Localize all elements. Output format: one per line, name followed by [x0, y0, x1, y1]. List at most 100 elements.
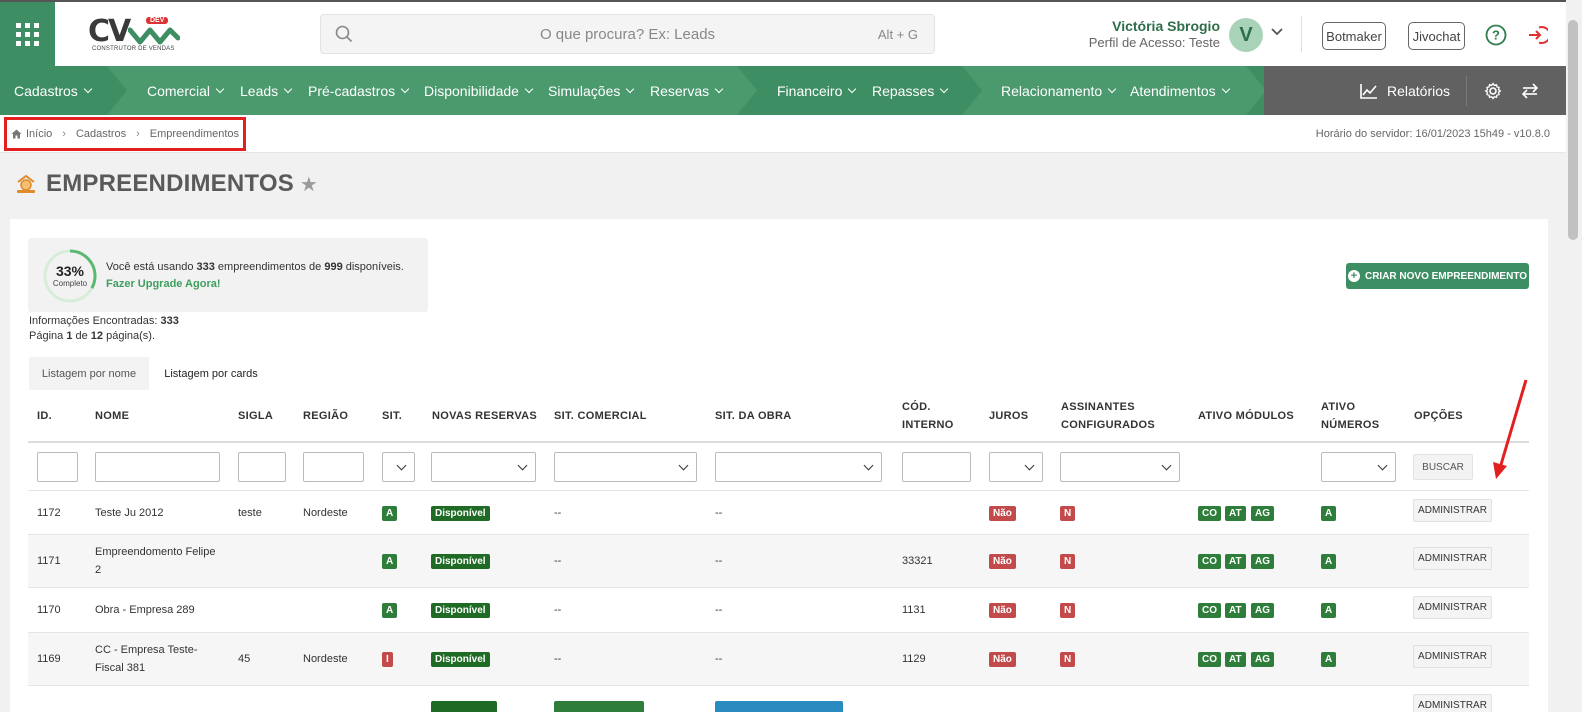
- cell-id: 1170: [37, 604, 61, 616]
- filter-cod-interno[interactable]: [902, 452, 971, 482]
- page-header: EMPREENDIMENTOS ★: [14, 170, 318, 198]
- chevron-down-icon[interactable]: [1271, 28, 1283, 36]
- top-header: CV DEV CONSTRUTOR DE VENDAS O que procur…: [0, 0, 1566, 66]
- cell-sit-obra: --: [715, 507, 723, 519]
- nav-cadastros[interactable]: Cadastros: [14, 66, 93, 115]
- administrar-button[interactable]: ADMINISTRAR: [1413, 547, 1492, 570]
- administrar-button[interactable]: ADMINISTRAR: [1413, 499, 1492, 522]
- create-empreendimento-button[interactable]: + CRIAR NOVO EMPREENDIMENTO: [1346, 263, 1529, 289]
- user-profile: Perfil de Acesso: Teste: [1088, 35, 1220, 50]
- nav-repasses[interactable]: Repasses: [872, 66, 949, 115]
- chevron-down-icon: [940, 84, 949, 93]
- cell-nome: Obra - Empresa 289: [95, 604, 195, 616]
- nav-atendimentos[interactable]: Atendimentos: [1130, 66, 1230, 115]
- chart-line-icon: [1360, 83, 1377, 99]
- numeros-badge: A: [1321, 652, 1337, 667]
- page-post: página(s).: [103, 330, 156, 342]
- cell-id: 1171: [37, 555, 61, 567]
- nav-relatorios[interactable]: Relatórios: [1360, 66, 1450, 115]
- page-mid: de: [72, 330, 91, 342]
- cell-nome: CC - Empresa Teste- Fiscal 381: [95, 641, 198, 677]
- nav-reservas[interactable]: Reservas: [650, 66, 724, 115]
- help-icon[interactable]: ?: [1485, 24, 1507, 46]
- numeros-badge: A: [1321, 603, 1337, 618]
- user-info[interactable]: Victória Sbrogio Perfil de Acesso: Teste: [1089, 18, 1220, 51]
- filter-sit-obra-select[interactable]: [715, 452, 882, 482]
- filter-assinantes-select[interactable]: [1060, 452, 1180, 482]
- chevron-down-icon: [1107, 84, 1117, 93]
- cell-sigla: teste: [238, 507, 262, 519]
- chevron-right-icon: ›: [136, 128, 140, 140]
- usage-text-pre: Você está usando: [106, 261, 197, 273]
- usage-used: 333: [196, 261, 215, 273]
- nav-disponibilidade[interactable]: Disponibilidade: [424, 66, 534, 115]
- main-navigation: Cadastros Comercial Leads Pré-cadastros …: [0, 66, 1566, 115]
- global-search[interactable]: O que procura? Ex: Leads Alt + G: [320, 14, 935, 54]
- cell-nome-l1: CC - Empresa Teste-: [95, 644, 198, 656]
- col-nome: NOME: [95, 410, 130, 422]
- col-opcoes: OPÇÕES: [1414, 410, 1463, 422]
- breadcrumb-home[interactable]: Início: [26, 128, 52, 140]
- sit-badge: I: [382, 652, 393, 667]
- assinantes-badge: N: [1060, 603, 1076, 618]
- filter-novas-reservas-select[interactable]: [431, 452, 536, 482]
- tab-listagem-cards[interactable]: Listagem por cards: [155, 357, 267, 390]
- swap-icon[interactable]: [1521, 83, 1539, 99]
- cv-logo[interactable]: CV DEV CONSTRUTOR DE VENDAS: [86, 14, 186, 58]
- logo-text: CV: [88, 14, 131, 49]
- jivochat-button[interactable]: Jivochat: [1408, 22, 1465, 50]
- logout-icon[interactable]: [1526, 24, 1548, 46]
- breadcrumb-cadastros[interactable]: Cadastros: [76, 128, 126, 140]
- page-pre: Página: [29, 330, 67, 342]
- nav-comercial[interactable]: Comercial: [147, 66, 225, 115]
- page-total: 12: [90, 330, 104, 342]
- nav-pre-cadastros[interactable]: Pré-cadastros: [308, 66, 410, 115]
- juros-badge: Não: [989, 506, 1016, 521]
- filter-sit-select[interactable]: [382, 452, 415, 482]
- cell-nome-l2: Fiscal 381: [95, 662, 146, 674]
- filter-sigla[interactable]: [238, 452, 286, 482]
- gear-icon[interactable]: [1484, 82, 1502, 100]
- cell-nome-l1: Empreendomento Felipe: [95, 546, 216, 558]
- module-badge-ag: AG: [1251, 603, 1274, 618]
- table-row: 1169 CC - Empresa Teste- Fiscal 381 45 No…: [28, 632, 1529, 685]
- administrar-button[interactable]: ADMINISTRAR: [1413, 694, 1492, 712]
- chevron-down-icon: [215, 84, 225, 93]
- tab-listagem-nome[interactable]: Listagem por nome: [29, 357, 149, 390]
- buscar-button[interactable]: BUSCAR: [1413, 454, 1473, 480]
- cell-sit-comercial: --: [554, 653, 562, 665]
- filter-regiao[interactable]: [303, 452, 364, 482]
- filter-ativo-numeros-select[interactable]: [1321, 452, 1396, 482]
- nav-relacionamento[interactable]: Relacionamento: [1001, 66, 1117, 115]
- annotation-arrow-icon: [1493, 379, 1528, 479]
- filter-juros-select[interactable]: [989, 452, 1043, 482]
- cell-cod-interno: 1129: [902, 653, 926, 665]
- avatar[interactable]: V: [1229, 18, 1263, 52]
- upgrade-link[interactable]: Fazer Upgrade Agora!: [106, 278, 221, 290]
- nav-simulacoes[interactable]: Simulações: [548, 66, 635, 115]
- botmaker-button[interactable]: Botmaker: [1322, 22, 1386, 50]
- filter-nome[interactable]: [95, 452, 220, 482]
- col-cod-interno: CÓD. INTERNO: [902, 398, 954, 434]
- scrollbar-thumb[interactable]: [1568, 20, 1578, 240]
- reserva-badge: Disponível: [431, 506, 490, 521]
- assinantes-badge: N: [1060, 506, 1076, 521]
- search-input[interactable]: O que procura? Ex: Leads: [321, 26, 934, 43]
- administrar-button[interactable]: ADMINISTRAR: [1413, 596, 1492, 619]
- usage-total: 999: [324, 261, 343, 273]
- filter-id[interactable]: [37, 452, 78, 482]
- chevron-down-icon: [848, 84, 857, 93]
- building-icon: [17, 174, 35, 193]
- chevron-down-icon: [626, 84, 635, 93]
- filter-sit-comercial-select[interactable]: [554, 452, 697, 482]
- administrar-button[interactable]: ADMINISTRAR: [1413, 645, 1492, 668]
- apps-menu-button[interactable]: [0, 2, 55, 66]
- star-icon[interactable]: ★: [300, 172, 318, 197]
- sit-badge: A: [382, 603, 398, 618]
- nav-leads[interactable]: Leads: [240, 66, 293, 115]
- assinantes-badge: N: [1060, 554, 1076, 569]
- col-ativo-numeros-l2: NÚMEROS: [1321, 419, 1380, 431]
- col-sit: SIT.: [382, 410, 403, 422]
- sit-badge: A: [382, 506, 398, 521]
- nav-financeiro[interactable]: Financeiro: [777, 66, 857, 115]
